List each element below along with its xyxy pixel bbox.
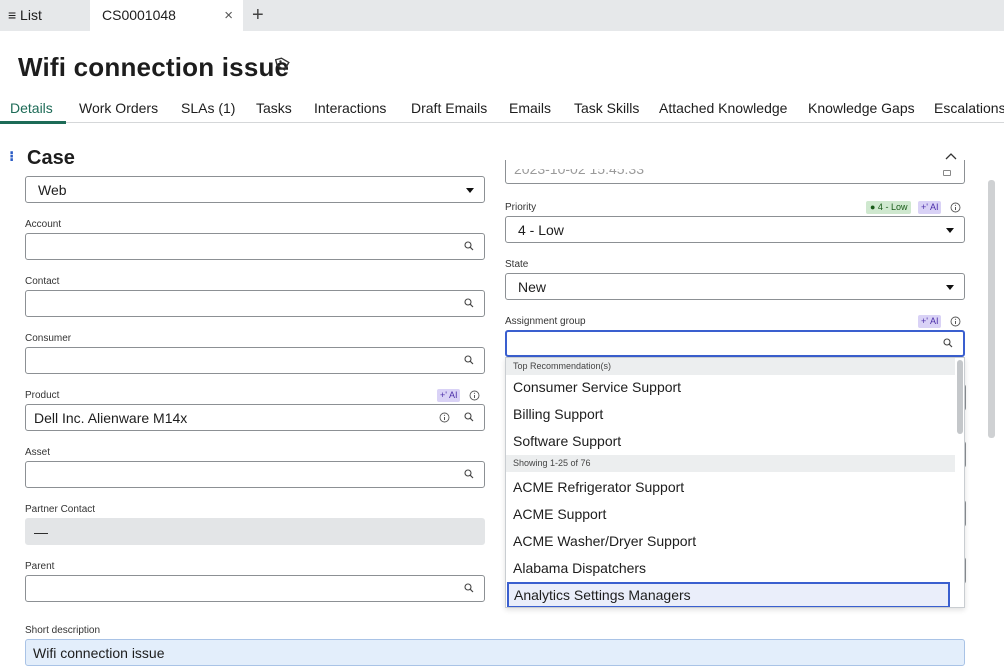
calendar-icon[interactable] (943, 170, 951, 176)
priority-label: Priority (505, 202, 537, 213)
search-icon[interactable] (464, 298, 474, 308)
dropdown-option[interactable]: ACME Refrigerator Support (506, 474, 955, 500)
short-description-label: Short description (25, 625, 101, 636)
caret-down-icon (466, 188, 474, 193)
active-tab-indicator (0, 121, 66, 124)
account-label: Account (25, 219, 62, 230)
tab-record[interactable]: CS0001048 × (90, 0, 243, 31)
record-tabs: Details Work Orders SLAs (1) Tasks Inter… (0, 94, 1004, 124)
search-icon[interactable] (464, 469, 474, 479)
account-field[interactable] (25, 233, 485, 260)
partner-contact-value: — (34, 524, 48, 540)
tab-attached-knowledge[interactable]: Attached Knowledge (659, 100, 787, 116)
tab-slas[interactable]: SLAs (1) (181, 100, 235, 116)
page-title: Wifi connection issue (18, 52, 290, 82)
state-value: New (518, 279, 547, 295)
opened-value: 2023-10-02 15:45:33 (514, 161, 644, 177)
section-title: Case (27, 147, 75, 169)
product-value: Dell Inc. Alienware M14x (34, 410, 188, 426)
tab-escalations[interactable]: Escalations (934, 100, 1004, 116)
ai-badge: +' AI (437, 389, 461, 402)
consumer-label: Consumer (25, 333, 72, 344)
dropdown-option[interactable]: ACME Support (506, 501, 955, 527)
tab-list[interactable]: ≡ List (8, 0, 42, 31)
search-icon[interactable] (464, 412, 474, 422)
product-label: Product (25, 390, 60, 401)
parent-label: Parent (25, 561, 55, 572)
tab-draft-emails[interactable]: Draft Emails (411, 100, 487, 116)
page-scrollbar[interactable] (988, 180, 995, 438)
asset-label: Asset (25, 447, 51, 458)
priority-recommendation-badge: ● 4 - Low (866, 201, 912, 214)
parent-field[interactable] (25, 575, 485, 602)
channel-value: Web (38, 182, 67, 198)
tab-task-skills[interactable]: Task Skills (574, 100, 639, 116)
opened-field[interactable]: 2023-10-02 15:45:33 (505, 160, 965, 184)
channel-select[interactable]: Web (25, 176, 485, 203)
results-count-header: Showing 1-25 of 76 (506, 455, 955, 472)
new-tab-button[interactable]: + (252, 0, 264, 31)
dropdown-option[interactable]: Billing Support (506, 401, 955, 427)
assignment-group-input[interactable] (505, 330, 965, 357)
tab-strip: ≡ List CS0001048 × + (0, 0, 1004, 31)
priority-select[interactable]: 4 - Low (505, 216, 965, 243)
search-icon[interactable] (464, 583, 474, 593)
short-description-value: Wifi connection issue (33, 645, 165, 661)
ai-badge: +' AI (918, 315, 942, 328)
assignment-group-dropdown[interactable]: Top Recommendation(s) Consumer Service S… (505, 357, 965, 608)
contact-field[interactable] (25, 290, 485, 317)
dropdown-scrollbar[interactable] (957, 360, 963, 434)
tab-emails[interactable]: Emails (509, 100, 551, 116)
consumer-field[interactable] (25, 347, 485, 374)
caret-down-icon (946, 285, 954, 290)
partner-contact-field: — (25, 518, 485, 545)
assignment-group-label: Assignment group (505, 316, 586, 327)
tab-tasks[interactable]: Tasks (256, 100, 292, 116)
contact-label: Contact (25, 276, 60, 287)
dropdown-option[interactable]: Software Support (506, 428, 955, 454)
tab-record-label: CS0001048 (102, 7, 176, 23)
search-icon[interactable] (464, 355, 474, 365)
tab-interactions[interactable]: Interactions (314, 100, 386, 116)
search-icon[interactable] (943, 338, 953, 348)
caret-down-icon (946, 228, 954, 233)
dropdown-option[interactable]: Consumer Service Support (506, 374, 955, 400)
info-icon[interactable] (950, 316, 961, 327)
short-description-field[interactable]: Wifi connection issue (25, 639, 965, 666)
dropdown-option-highlighted[interactable]: Analytics Settings Managers (507, 582, 950, 607)
state-select[interactable]: New (505, 273, 965, 300)
search-icon[interactable] (464, 241, 474, 251)
ai-badge: +' AI (918, 201, 942, 214)
tab-details[interactable]: Details (10, 100, 53, 116)
close-icon[interactable]: × (224, 0, 233, 31)
drag-handle-icon[interactable]: ⁝ (9, 148, 14, 165)
tag-icon[interactable] (275, 56, 291, 72)
partner-contact-label: Partner Contact (25, 504, 96, 515)
priority-value: 4 - Low (518, 222, 564, 238)
asset-field[interactable] (25, 461, 485, 488)
dropdown-option[interactable]: ACME Washer/Dryer Support (506, 528, 955, 554)
tab-work-orders[interactable]: Work Orders (79, 100, 158, 116)
tab-knowledge-gaps[interactable]: Knowledge Gaps (808, 100, 915, 116)
dropdown-option[interactable]: Alabama Dispatchers (506, 555, 955, 581)
info-icon[interactable] (950, 202, 961, 213)
info-icon[interactable] (469, 390, 480, 401)
info-icon[interactable] (439, 412, 450, 423)
state-label: State (505, 259, 529, 270)
top-recommendations-header: Top Recommendation(s) (506, 358, 955, 375)
product-field[interactable]: Dell Inc. Alienware M14x (25, 404, 485, 431)
